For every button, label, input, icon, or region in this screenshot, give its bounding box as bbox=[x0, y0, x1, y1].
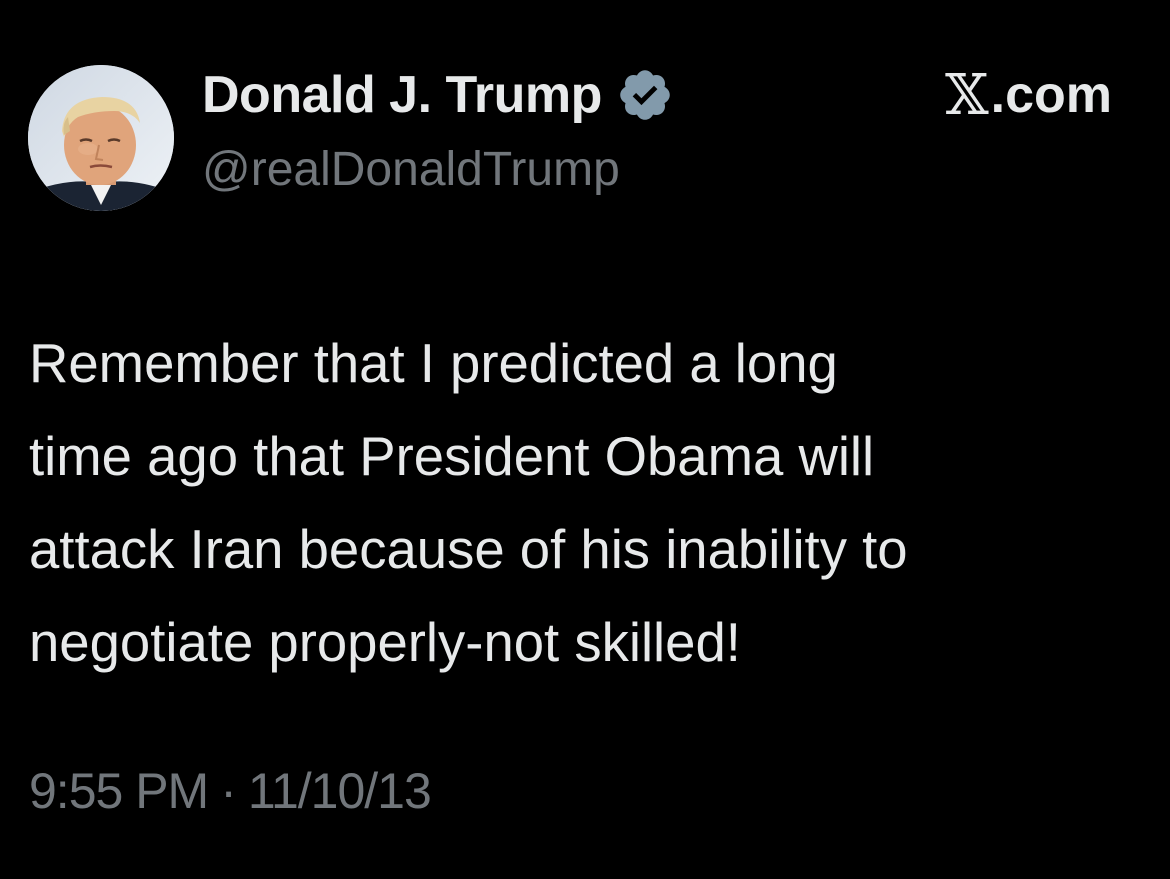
author-display-name[interactable]: Donald J. Trump bbox=[202, 65, 602, 125]
brand-suffix: .com bbox=[990, 66, 1112, 124]
tweet-text-line: time ago that President Obama will bbox=[29, 426, 875, 487]
avatar[interactable] bbox=[28, 65, 174, 211]
tweet-time: 9:55 PM bbox=[29, 763, 209, 819]
tweet-text-line: Remember that I predicted a long bbox=[29, 333, 838, 394]
x-logo-icon: 𝕏 bbox=[945, 62, 989, 128]
tweet-card: Donald J. Trump @realDonaldTrump 𝕏 .com … bbox=[0, 0, 1170, 879]
author-handle[interactable]: @realDonaldTrump bbox=[202, 142, 620, 197]
verified-badge-icon bbox=[616, 66, 674, 124]
brand-logo: 𝕏 .com bbox=[945, 62, 1112, 128]
tweet-text-line: negotiate properly-not skilled! bbox=[29, 612, 741, 673]
tweet-text: Remember that I predicted a long time ag… bbox=[29, 317, 1139, 689]
tweet-text-line: attack Iran because of his inability to bbox=[29, 519, 908, 580]
author-name-row: Donald J. Trump bbox=[202, 64, 674, 126]
tweet-timestamp[interactable]: 9:55 PM · 11/10/13 bbox=[29, 762, 432, 820]
tweet-date: 11/10/13 bbox=[247, 763, 432, 819]
avatar-image bbox=[28, 65, 174, 211]
timestamp-separator: · bbox=[220, 763, 237, 819]
